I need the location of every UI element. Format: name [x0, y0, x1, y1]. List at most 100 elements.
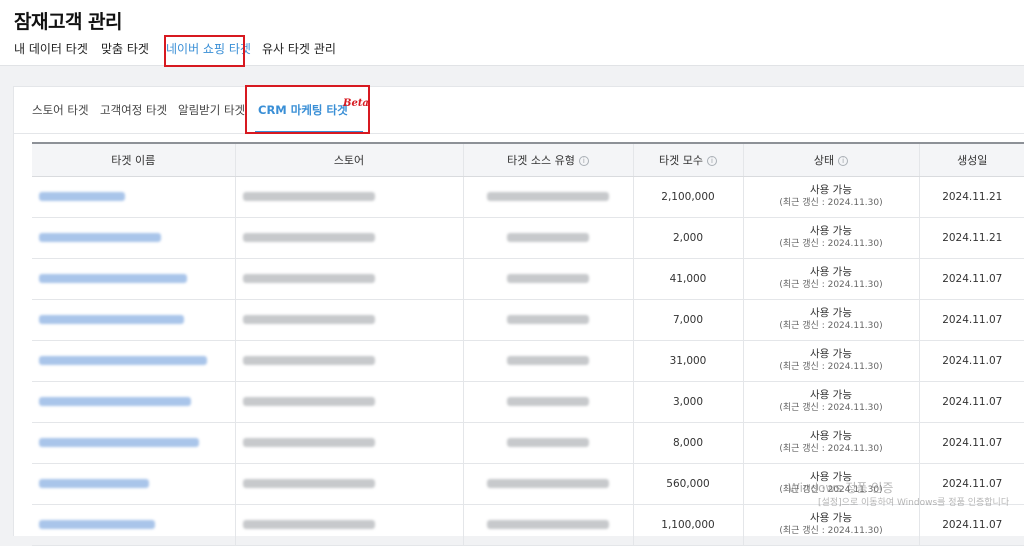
table-row[interactable]: 1,100,000 사용 가능 (최근 갱신 : 2024.11.30) 2024.1… — [32, 504, 1024, 546]
store-url-text — [242, 192, 375, 201]
subtab-store-target[interactable]: 스토어 타겟 — [32, 102, 89, 118]
created-date-cell: 2024.11.07 — [919, 340, 1024, 382]
column-header-source-type[interactable]: 타겟 소스 유형 i — [463, 142, 634, 177]
subtab-crm-marketing-target[interactable]: CRM 마케팅 타겟 — [258, 102, 348, 118]
created-date-cell: 2024.11.07 — [919, 504, 1024, 546]
info-icon[interactable]: i — [578, 155, 589, 166]
source-type-text — [487, 479, 609, 488]
status-text: 사용 가능 — [810, 224, 852, 237]
target-name-cell[interactable] — [32, 463, 236, 505]
info-icon[interactable]: i — [706, 155, 717, 166]
store-cell — [235, 217, 464, 259]
last-updated-text: (최근 갱신 : 2024.11.30) — [779, 197, 883, 208]
last-updated-text: (최근 갱신 : 2024.11.30) — [779, 484, 883, 495]
subtab-notification-target[interactable]: 알림받기 타겟 — [178, 102, 245, 118]
last-updated-text: (최근 갱신 : 2024.11.30) — [779, 361, 883, 372]
source-type-cell — [463, 340, 634, 382]
last-updated-text: (최근 갱신 : 2024.11.30) — [779, 238, 883, 249]
created-date-cell: 2024.11.07 — [919, 299, 1024, 341]
target-name-link[interactable] — [39, 356, 207, 365]
store-url-text — [242, 479, 375, 488]
table-row[interactable]: 7,000 사용 가능 (최근 갱신 : 2024.11.30) 2024.11.07 — [32, 299, 1024, 341]
target-size-cell: 1,100,000 — [633, 504, 744, 546]
store-cell — [235, 299, 464, 341]
table-row[interactable]: 3,000 사용 가능 (최근 갱신 : 2024.11.30) 2024.11.07 — [32, 381, 1024, 423]
target-name-cell[interactable] — [32, 258, 236, 300]
target-name-link[interactable] — [39, 479, 149, 488]
status-text: 사용 가능 — [810, 347, 852, 360]
target-name-link[interactable] — [39, 520, 155, 529]
target-size-cell: 3,000 — [633, 381, 744, 423]
target-name-cell[interactable] — [32, 504, 236, 546]
tab-naver-shopping-target[interactable]: 네이버 쇼핑 타겟 — [166, 40, 251, 57]
status-text: 사용 가능 — [810, 470, 852, 483]
beta-badge: Beta — [343, 98, 369, 109]
created-date-cell: 2024.11.21 — [919, 217, 1024, 259]
tab-custom-target[interactable]: 맞춤 타겟 — [101, 40, 149, 57]
table-row[interactable]: 2,100,000 사용 가능 (최근 갱신 : 2024.11.30) 2024.1… — [32, 176, 1024, 218]
store-url-text — [242, 356, 375, 365]
target-name-cell[interactable] — [32, 217, 236, 259]
tab-lookalike-target[interactable]: 유사 타겟 관리 — [262, 40, 336, 57]
table-row[interactable]: 560,000 사용 가능 (최근 갱신 : 2024.11.30) 2024.11.… — [32, 463, 1024, 505]
target-name-cell[interactable] — [32, 176, 236, 218]
target-name-cell[interactable] — [32, 340, 236, 382]
table-header-row: 타겟 이름 스토어 타겟 소스 유형 i 타겟 모수 i 상태 i 생성일 — [32, 142, 1024, 177]
column-header-status[interactable]: 상태 i — [743, 142, 920, 177]
source-type-cell — [463, 217, 634, 259]
status-text: 사용 가능 — [810, 388, 852, 401]
store-cell — [235, 258, 464, 300]
status-text: 사용 가능 — [810, 429, 852, 442]
column-header-store[interactable]: 스토어 — [235, 142, 464, 177]
source-type-cell — [463, 258, 634, 300]
store-cell — [235, 422, 464, 464]
store-url-text — [242, 397, 375, 406]
store-url-text — [242, 274, 375, 283]
table-row[interactable]: 31,000 사용 가능 (최근 갱신 : 2024.11.30) 2024.11.0… — [32, 340, 1024, 382]
table-row[interactable]: 41,000 사용 가능 (최근 갱신 : 2024.11.30) 2024.11.0… — [32, 258, 1024, 300]
target-name-cell[interactable] — [32, 422, 236, 464]
target-table: 타겟 이름 스토어 타겟 소스 유형 i 타겟 모수 i 상태 i 생성일 2,100… — [32, 142, 1024, 546]
target-name-link[interactable] — [39, 233, 161, 242]
target-name-cell[interactable] — [32, 299, 236, 341]
page-header: 잠재고객 관리 내 데이터 타겟 맞춤 타겟 네이버 쇼핑 타겟 유사 타겟 관… — [0, 0, 1024, 67]
subtab-divider — [14, 133, 1024, 134]
target-name-link[interactable] — [39, 397, 191, 406]
store-url-text — [242, 315, 375, 324]
target-name-link[interactable] — [39, 274, 187, 283]
status-cell: 사용 가능 (최근 갱신 : 2024.11.30) — [743, 381, 920, 423]
source-type-text — [507, 397, 589, 406]
target-name-link[interactable] — [39, 438, 199, 447]
subtab-customer-journey-target[interactable]: 고객여정 타겟 — [100, 102, 167, 118]
source-type-text — [507, 274, 589, 283]
column-header-created-date[interactable]: 생성일 — [919, 142, 1024, 177]
info-icon[interactable]: i — [838, 155, 849, 166]
created-date-cell: 2024.11.07 — [919, 463, 1024, 505]
target-name-link[interactable] — [39, 192, 125, 201]
target-size-cell: 7,000 — [633, 299, 744, 341]
status-text: 사용 가능 — [810, 265, 852, 278]
column-header-target-name[interactable]: 타겟 이름 — [32, 142, 236, 177]
status-cell: 사용 가능 (최근 갱신 : 2024.11.30) — [743, 258, 920, 300]
source-type-cell — [463, 381, 634, 423]
table-row[interactable]: 8,000 사용 가능 (최근 갱신 : 2024.11.30) 2024.11.07 — [32, 422, 1024, 464]
store-cell — [235, 463, 464, 505]
status-cell: 사용 가능 (최근 갱신 : 2024.11.30) — [743, 504, 920, 546]
target-name-cell[interactable] — [32, 381, 236, 423]
target-size-cell: 31,000 — [633, 340, 744, 382]
column-header-target-size[interactable]: 타겟 모수 i — [633, 142, 744, 177]
source-type-cell — [463, 299, 634, 341]
store-url-text — [242, 233, 375, 242]
table-row[interactable]: 2,000 사용 가능 (최근 갱신 : 2024.11.30) 2024.11.21 — [32, 217, 1024, 259]
source-type-text — [487, 520, 609, 529]
tab-my-data-target[interactable]: 내 데이터 타겟 — [14, 40, 88, 57]
source-type-cell — [463, 504, 634, 546]
target-name-link[interactable] — [39, 315, 184, 324]
created-date-cell: 2024.11.07 — [919, 422, 1024, 464]
status-cell: 사용 가능 (최근 갱신 : 2024.11.30) — [743, 340, 920, 382]
store-url-text — [242, 438, 375, 447]
target-size-cell: 2,100,000 — [633, 176, 744, 218]
source-type-cell — [463, 422, 634, 464]
source-type-text — [507, 438, 589, 447]
source-type-text — [507, 315, 589, 324]
